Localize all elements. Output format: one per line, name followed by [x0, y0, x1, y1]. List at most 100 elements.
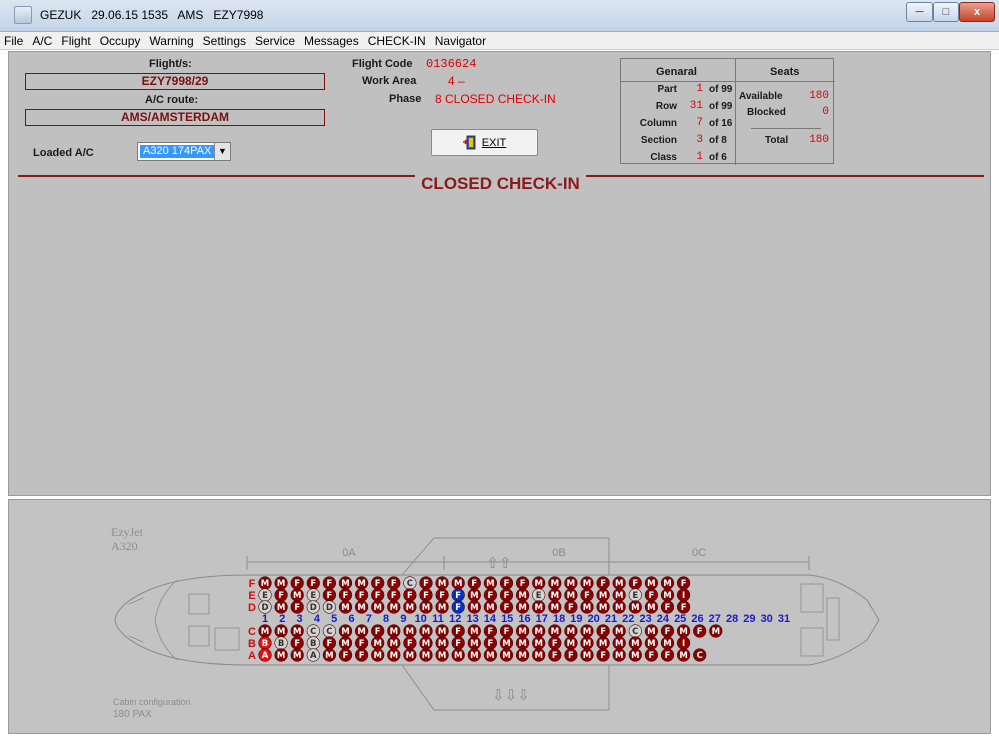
seat-letter-E13: F [455, 591, 461, 601]
row-number-18: 18 [553, 613, 565, 625]
stat-section-of: of 8 [709, 135, 727, 146]
seat-map[interactable]: M M F F F M M F F C F M M F M F F M M M M F M F M M FE F M E F F F F F F F F F… [9, 500, 992, 735]
seat-letter-A7: F [359, 651, 365, 661]
seat-letter-C5: C [326, 627, 332, 637]
exit-up-arrows-icon: ⇧⇧ [486, 554, 511, 572]
seat-letter-A23: M [615, 651, 623, 661]
seat-letter-F12: M [438, 579, 446, 589]
row-number-29: 29 [743, 613, 755, 625]
seat-letter-C20: M [567, 627, 575, 637]
seat-letter-B14: M [470, 639, 478, 649]
seat-letter-C7: M [357, 627, 365, 637]
seat-letter-B17: M [518, 639, 526, 649]
seat-letter-A16: M [502, 651, 510, 661]
seat-letter-B7: F [359, 639, 365, 649]
row-letter-C: C [248, 626, 256, 638]
seat-letter-C23: M [615, 627, 623, 637]
seat-letter-E16: F [504, 591, 510, 601]
seat-letter-A24: M [631, 651, 639, 661]
stat-class-total: 6 [721, 152, 727, 163]
seat-letter-B16: M [502, 639, 510, 649]
seat-letter-A20: F [568, 651, 574, 661]
menu-file[interactable]: File [4, 34, 23, 48]
window-title: GEZUK 29.06.15 1535 AMS EZY7998 [40, 8, 264, 22]
of-label: of [709, 101, 719, 112]
seat-letter-A10: M [406, 651, 414, 661]
seat-letter-B11: M [422, 639, 430, 649]
close-button[interactable]: x [959, 2, 995, 22]
loaded-ac-select[interactable]: A320 174PAX ▼ [137, 142, 231, 161]
seat-letter-D9: M [390, 603, 398, 613]
galley-front-2 [214, 627, 240, 651]
seat-letter-E17: M [518, 591, 526, 601]
seat-letter-C10: M [406, 627, 414, 637]
menu-navigator[interactable]: Navigator [435, 34, 486, 48]
seat-letter-F13: M [454, 579, 462, 589]
seat-letter-E18: E [536, 591, 542, 601]
seat-letter-D14: M [470, 603, 478, 613]
seat-letter-E5: F [326, 591, 332, 601]
general-header: Genaral [656, 66, 697, 78]
seat-letter-A21: M [583, 651, 591, 661]
seat-letter-C14: M [470, 627, 478, 637]
route-field[interactable]: AMS/AMSTERDAM [25, 109, 325, 126]
seat-letter-D5: D [326, 603, 333, 613]
stat-part-value: 1 [696, 83, 703, 95]
row-number-17: 17 [536, 613, 548, 625]
menu-checkin[interactable]: CHECK-IN [368, 34, 426, 48]
seat-letter-B18: M [534, 639, 542, 649]
minimize-button[interactable]: ─ [906, 2, 933, 22]
exit-down-arrows-icon: ⇩⇩⇩ [492, 686, 530, 704]
seat-letter-A12: M [438, 651, 446, 661]
seat-letter-D24: M [631, 603, 639, 613]
seat-letter-D16: F [504, 603, 510, 613]
stat-class-of: of 6 [709, 152, 727, 163]
seat-letter-A6: F [343, 651, 349, 661]
work-area-value: 4 – [448, 74, 465, 88]
route-label: A/C route: [145, 94, 199, 106]
menu-flight[interactable]: Flight [61, 34, 90, 48]
seat-letter-E14: M [470, 591, 478, 601]
row-number-28: 28 [726, 613, 738, 625]
menu-messages[interactable]: Messages [304, 34, 359, 48]
stat-part-of: of 99 [709, 84, 732, 95]
seat-letter-F2: M [277, 579, 285, 589]
seat-letter-B10: F [407, 639, 413, 649]
seat-letter-A22: F [600, 651, 606, 661]
seat-letter-E12: F [439, 591, 445, 601]
menu-occupy[interactable]: Occupy [100, 34, 141, 48]
seat-letter-D7: M [357, 603, 365, 613]
row-number-13: 13 [466, 613, 478, 625]
of-label: of [709, 152, 719, 163]
menu-service[interactable]: Service [255, 34, 295, 48]
seat-letter-C4: C [310, 627, 316, 637]
seat-letter-C24: C [632, 627, 638, 637]
seat-letter-C2: M [277, 627, 285, 637]
stat-row-of: of 99 [709, 101, 732, 112]
seat-letter-D26: F [665, 603, 671, 613]
menu-ac[interactable]: A/C [32, 34, 52, 48]
seat-letter-F23: M [615, 579, 623, 589]
seat-letter-F25: M [647, 579, 655, 589]
row-number-30: 30 [761, 613, 773, 625]
menu-settings[interactable]: Settings [203, 34, 246, 48]
stat-part-total: 99 [721, 84, 733, 95]
chevron-down-icon[interactable]: ▼ [214, 143, 230, 160]
seat-letter-E25: F [648, 591, 654, 601]
maximize-button[interactable]: □ [933, 2, 959, 22]
seat-letter-A8: M [373, 651, 381, 661]
exit-button[interactable]: EXIT [431, 129, 538, 156]
seat-letter-F26: M [663, 579, 671, 589]
seat-letter-B9: M [390, 639, 398, 649]
flight-code-value: 0136624 [426, 57, 477, 71]
seat-letter-A13: M [454, 651, 462, 661]
seat-letter-C12: M [438, 627, 446, 637]
seat-letter-A3: M [293, 651, 301, 661]
seat-letter-E2: F [278, 591, 284, 601]
seat-letter-C1: M [261, 627, 269, 637]
menu-warning[interactable]: Warning [149, 34, 193, 48]
row-number-16: 16 [518, 613, 530, 625]
seat-letter-B24: M [631, 639, 639, 649]
flights-field[interactable]: EZY7998/29 [25, 73, 325, 90]
seat-letter-D22: M [599, 603, 607, 613]
